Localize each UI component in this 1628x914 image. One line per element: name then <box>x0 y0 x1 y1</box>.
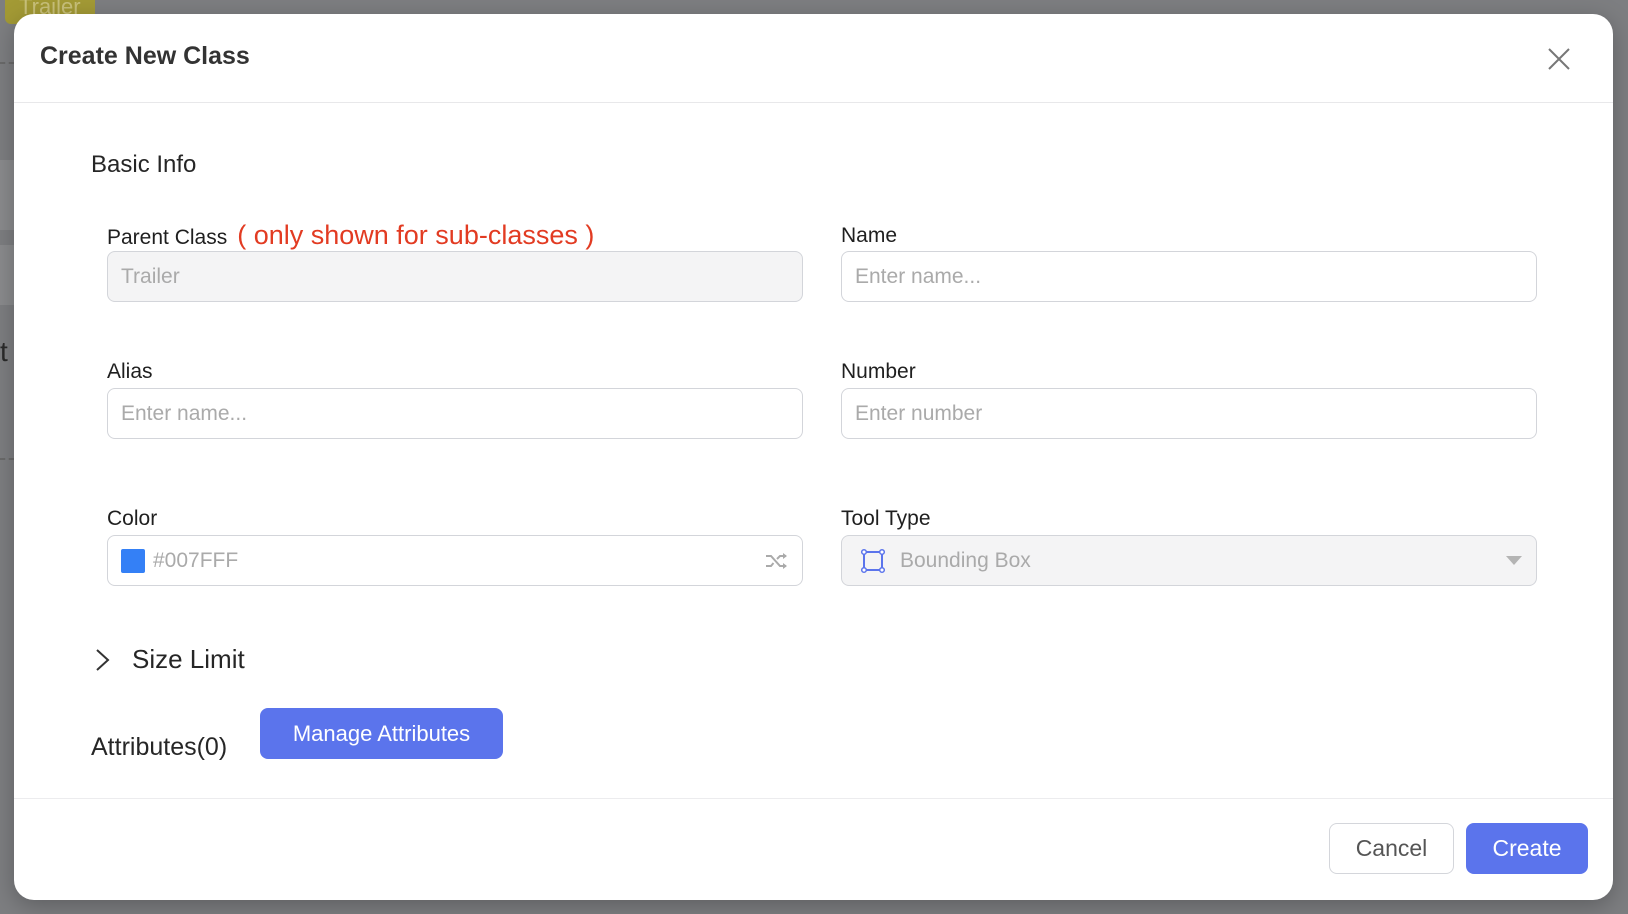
parent-class-label: Parent Class ( only shown for sub-classes… <box>107 220 594 251</box>
create-button[interactable]: Create <box>1466 823 1588 874</box>
size-limit-toggle[interactable]: Size Limit <box>92 644 245 675</box>
section-title-basic-info: Basic Info <box>91 151 197 178</box>
close-button[interactable] <box>1545 45 1573 73</box>
color-input[interactable]: #007FFF <box>107 535 803 586</box>
size-limit-label: Size Limit <box>132 644 245 674</box>
color-value: #007FFF <box>153 548 239 572</box>
number-placeholder: Enter number <box>855 401 983 425</box>
name-placeholder: Enter name... <box>855 264 982 288</box>
parent-class-hint: ( only shown for sub-classes ) <box>237 220 595 250</box>
create-class-dialog: Create New Class Basic Info Parent Class… <box>14 14 1613 900</box>
parent-class-input[interactable]: Trailer <box>107 251 803 302</box>
caret-down-icon <box>1506 556 1522 565</box>
tool-type-select[interactable]: Bounding Box <box>841 535 1537 586</box>
color-label: Color <box>107 507 158 530</box>
alias-input[interactable]: Enter name... <box>107 388 803 439</box>
name-label: Name <box>841 224 898 247</box>
parent-class-value: Trailer <box>121 264 180 288</box>
close-icon <box>1548 48 1570 70</box>
color-swatch[interactable] <box>121 548 145 573</box>
tool-type-value: Bounding Box <box>900 548 1031 572</box>
dialog-title: Create New Class <box>40 42 250 70</box>
alias-placeholder: Enter name... <box>121 401 248 425</box>
background-text: t <box>0 336 8 367</box>
shuffle-icon[interactable] <box>764 549 790 573</box>
parent-class-label-text: Parent Class <box>107 226 228 249</box>
footer-divider <box>14 798 1613 799</box>
alias-label: Alias <box>107 360 153 383</box>
tool-type-label: Tool Type <box>841 507 931 530</box>
name-input[interactable]: Enter name... <box>841 251 1537 302</box>
background-divider <box>0 62 14 64</box>
attributes-label: Attributes(0) <box>91 733 228 761</box>
number-label: Number <box>841 360 916 383</box>
bounding-box-icon <box>860 548 886 573</box>
number-input[interactable]: Enter number <box>841 388 1537 439</box>
manage-attributes-button[interactable]: Manage Attributes <box>260 708 503 759</box>
cancel-button[interactable]: Cancel <box>1329 823 1454 874</box>
dialog-header: Create New Class <box>14 14 1613 103</box>
background-divider <box>0 458 14 460</box>
chevron-right-icon <box>96 648 110 671</box>
